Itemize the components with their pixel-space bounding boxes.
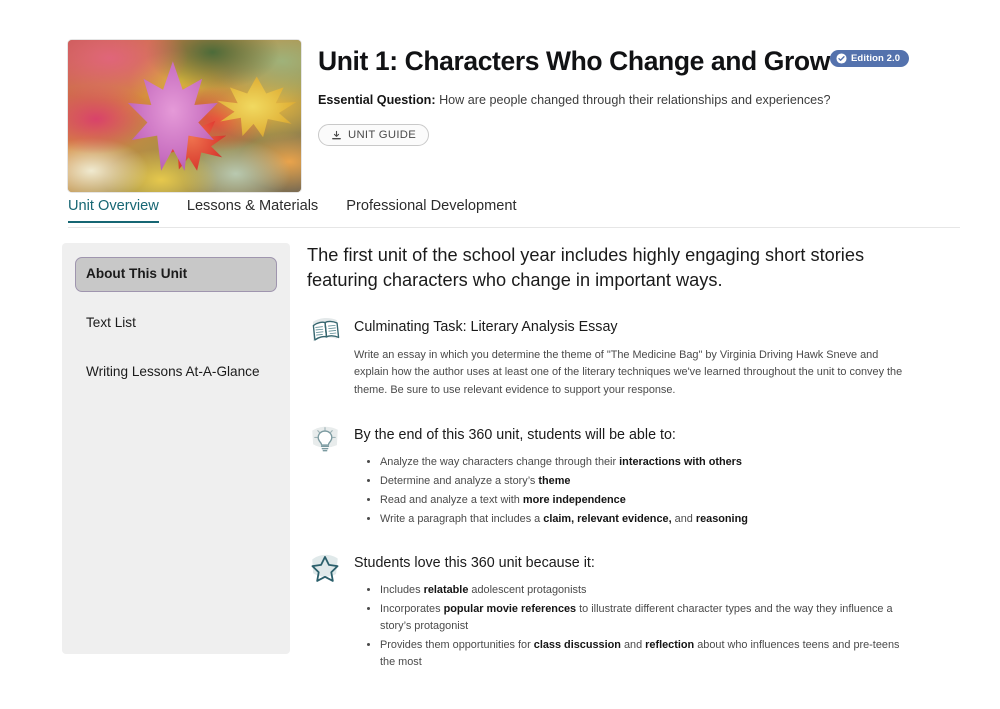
sidebar-item-writing-lessons[interactable]: Writing Lessons At-A-Glance [75, 355, 277, 390]
check-circle-icon [836, 53, 847, 64]
section-list: Culminating Task: Literary Analysis Essa… [307, 318, 907, 671]
sidebar: About This Unit Text List Writing Lesson… [62, 243, 290, 654]
tab-bar: Unit Overview Lessons & Materials Profes… [68, 198, 960, 228]
essential-question: Essential Question: How are people chang… [318, 93, 830, 107]
unit-summary-text: The first unit of the school year includ… [307, 245, 865, 290]
unit-thumbnail-image [68, 40, 301, 192]
open-book-icon [312, 318, 340, 342]
tab-lessons-materials[interactable]: Lessons & Materials [187, 198, 332, 223]
page-title: Unit 1: Characters Who Change and Grow [318, 46, 830, 76]
open-book-icon [307, 314, 343, 350]
unit-guide-label: UNIT GUIDE [348, 129, 417, 141]
tab-professional-development[interactable]: Professional Development [346, 198, 530, 223]
star-icon [311, 554, 339, 582]
content-section: Students love this 360 unit because it: I… [307, 554, 907, 671]
unit-header: Unit 1: Characters Who Change and Grow E… [68, 40, 948, 195]
list-item: Read and analyze a text with more indepe… [380, 492, 907, 509]
edition-badge-label: Edition 2.0 [851, 53, 901, 64]
lightbulb-icon [307, 422, 343, 458]
list-item: Incorporates popular movie references to… [380, 601, 907, 635]
essential-question-label: Essential Question: [318, 93, 436, 107]
content-section: By the end of this 360 unit, students wi… [307, 426, 907, 528]
sidebar-item-text-list[interactable]: Text List [75, 306, 277, 341]
content-section: Culminating Task: Literary Analysis Essa… [307, 318, 907, 400]
section-title: By the end of this 360 unit, students wi… [354, 426, 676, 443]
status-badge: Edition 2.0 [830, 50, 910, 67]
section-title: Students love this 360 unit because it: [354, 554, 595, 571]
list-item: Provides them opportunities for class di… [380, 637, 907, 671]
star-icon [307, 550, 343, 586]
list-item: Write a paragraph that includes a claim,… [380, 511, 907, 528]
lightbulb-icon [312, 426, 338, 452]
list-item: Determine and analyze a story’s theme [380, 473, 907, 490]
section-bullet-list: Includes relatable adolescent protagonis… [354, 582, 907, 670]
essential-question-text: How are people changed through their rel… [435, 93, 831, 107]
unit-overview-page: Unit 1: Characters Who Change and Grow E… [0, 0, 1000, 709]
list-item: Analyze the way characters change throug… [380, 454, 907, 471]
list-item: Includes relatable adolescent protagonis… [380, 582, 907, 599]
section-bullet-list: Analyze the way characters change throug… [354, 454, 907, 528]
download-icon [331, 130, 342, 141]
tab-unit-overview[interactable]: Unit Overview [68, 198, 173, 223]
section-title: Culminating Task: Literary Analysis Essa… [354, 319, 618, 336]
unit-guide-button[interactable]: UNIT GUIDE [318, 124, 430, 146]
main-content: The first unit of the school year includ… [307, 243, 907, 697]
section-paragraph: Write an essay in which you determine th… [354, 348, 903, 397]
sidebar-item-about-this-unit[interactable]: About This Unit [75, 257, 277, 292]
